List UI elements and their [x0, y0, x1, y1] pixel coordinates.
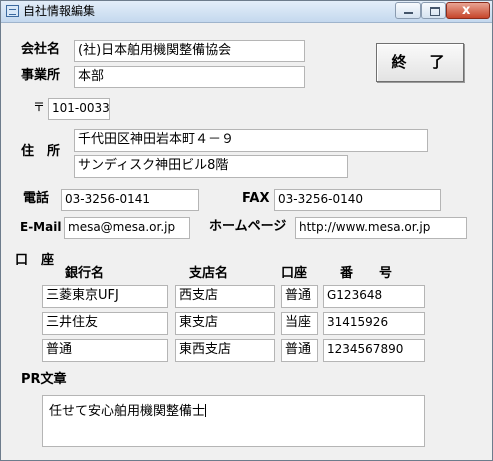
app-icon [6, 5, 19, 17]
bank-name-header: 銀行名 [65, 266, 105, 281]
account-number-field[interactable]: 31415926 [323, 312, 425, 335]
window-title: 自社情報編集 [23, 4, 96, 18]
account-number-field[interactable]: 1234567890 [323, 339, 425, 362]
pr-label: PR文章 [21, 372, 67, 387]
address-label: 住 所 [21, 144, 61, 159]
maximize-button[interactable] [421, 2, 446, 19]
company-label: 会社名 [21, 42, 61, 57]
title-bar[interactable]: 自社情報編集 x [1, 1, 492, 23]
email-label: E-Mail [20, 220, 62, 234]
close-icon: x [462, 3, 471, 18]
address-line2-field[interactable]: サンディスク神田ビル8階 [74, 155, 348, 178]
account-type-field[interactable]: 普通 [281, 285, 318, 308]
account-type-field[interactable]: 普通 [281, 339, 318, 362]
account-number-field[interactable]: G123648 [323, 285, 425, 308]
postal-field[interactable]: 101-0033 [48, 98, 110, 120]
company-field[interactable]: (社)日本舶用機関整備協会 [74, 40, 305, 62]
office-field[interactable]: 本部 [74, 66, 305, 88]
email-field[interactable]: mesa@mesa.or.jp [64, 217, 190, 239]
office-label: 事業所 [21, 68, 61, 83]
pr-textarea[interactable]: 任せて安心舶用機関整備士 [42, 395, 425, 447]
postal-mark: 〒 [33, 100, 46, 114]
fax-field[interactable]: 03-3256-0140 [274, 189, 441, 211]
homepage-field[interactable]: http://www.mesa.or.jp [295, 217, 467, 239]
fax-label: FAX [242, 191, 270, 206]
minimize-button[interactable] [395, 2, 421, 19]
branch-field[interactable]: 西支店 [175, 285, 275, 308]
minimize-icon [404, 12, 413, 14]
account-type-field[interactable]: 当座 [281, 312, 318, 335]
account-label: 口 座 [15, 253, 55, 268]
maximize-icon [430, 7, 440, 16]
phone-label: 電話 [23, 191, 50, 206]
end-button[interactable]: 終 了 [376, 43, 464, 82]
bank-field[interactable]: 普通 [42, 339, 168, 362]
account-type-header: 口座 [281, 266, 308, 281]
branch-name-header: 支店名 [189, 266, 229, 281]
homepage-label: ホームページ [209, 219, 287, 234]
text-caret [205, 404, 207, 417]
branch-field[interactable]: 東西支店 [175, 339, 275, 362]
branch-field[interactable]: 東支店 [175, 312, 275, 335]
account-number-header: 番 号 [340, 266, 393, 281]
company-info-window: 自社情報編集 x 会社名 (社)日本舶用機関整備協会 事業所 本部 終 了 〒 … [0, 0, 493, 461]
pr-text: 任せて安心舶用機関整備士 [49, 404, 206, 419]
address-line1-field[interactable]: 千代田区神田岩本町４－９ [74, 129, 428, 152]
close-button[interactable]: x [446, 2, 490, 19]
bank-field[interactable]: 三井住友 [42, 312, 168, 335]
phone-field[interactable]: 03-3256-0141 [61, 189, 199, 211]
bank-field[interactable]: 三菱東京UFJ [42, 285, 168, 308]
